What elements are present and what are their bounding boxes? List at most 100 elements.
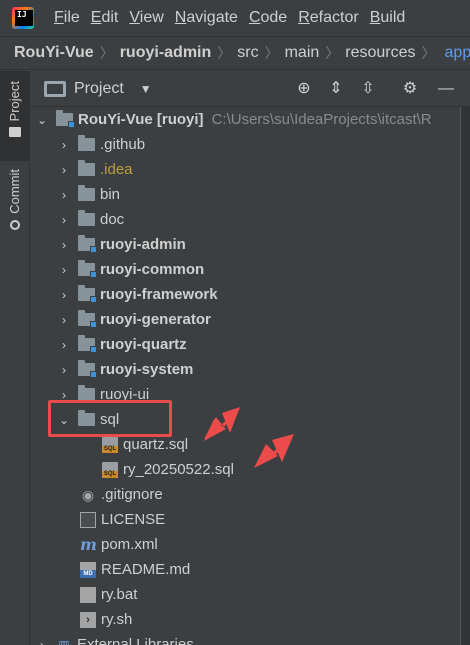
tree-file-row[interactable]: m pom.xml bbox=[30, 532, 460, 557]
tree-root-path: C:\Users\su\IdeaProjects\itcast\R bbox=[211, 111, 432, 128]
module-label: ruoyi-framework bbox=[100, 286, 218, 303]
view-selector-dropdown-icon[interactable]: ▼ bbox=[140, 82, 152, 96]
tree-folder-row[interactable]: › .github bbox=[30, 132, 460, 157]
collapsed-chevron-icon[interactable]: › bbox=[58, 238, 70, 252]
collapsed-chevron-icon[interactable]: › bbox=[58, 163, 70, 177]
breadcrumb-src[interactable]: src bbox=[237, 44, 258, 62]
file-label: pom.xml bbox=[101, 536, 158, 553]
tree-module-row[interactable]: › ruoyi-quartz bbox=[30, 332, 460, 357]
tree-file-row[interactable]: ◉ .gitignore bbox=[30, 482, 460, 507]
expand-all-icon[interactable]: ⇕ bbox=[326, 79, 346, 99]
gitignore-file-icon: ◉ bbox=[81, 486, 95, 503]
menu-navigate[interactable]: Navigate bbox=[175, 9, 238, 27]
tree-file-row[interactable]: › ry.sh bbox=[30, 607, 460, 632]
commit-tool-tab[interactable]: Commit bbox=[0, 169, 29, 249]
intellij-logo-icon bbox=[12, 7, 34, 29]
tree-module-row[interactable]: › ruoyi-admin bbox=[30, 232, 460, 257]
collapsed-chevron-icon[interactable]: › bbox=[58, 338, 70, 352]
shell-script-icon: › bbox=[80, 611, 96, 628]
gear-icon[interactable]: ⚙ bbox=[400, 79, 420, 99]
project-tool-tab[interactable]: Project bbox=[0, 71, 29, 161]
breadcrumb-resources[interactable]: resources bbox=[345, 44, 415, 62]
module-folder-icon bbox=[78, 260, 97, 278]
collapsed-chevron-icon[interactable]: › bbox=[36, 638, 48, 645]
collapsed-chevron-icon[interactable]: › bbox=[58, 263, 70, 277]
sql-folder-highlight-box bbox=[48, 400, 172, 437]
md-badge: MD bbox=[80, 569, 96, 578]
breadcrumb-separator-icon: 〉 bbox=[325, 45, 340, 61]
menu-refactor[interactable]: Refactor bbox=[298, 9, 358, 27]
folder-label: .idea bbox=[100, 161, 133, 178]
sql-badge: SQL bbox=[102, 470, 118, 478]
tree-root-row[interactable]: ⌄ RouYi-Vue [ruoyi] C:\Users\su\IdeaProj… bbox=[30, 107, 460, 132]
tree-root-label: RouYi-Vue [ruoyi] bbox=[78, 111, 204, 128]
breadcrumb: RouYi-Vue 〉 ruoyi-admin 〉 src 〉 main 〉 r… bbox=[0, 36, 470, 70]
tree-folder-row[interactable]: › .idea bbox=[30, 157, 460, 182]
module-folder-icon bbox=[78, 360, 97, 378]
markdown-file-icon: MD bbox=[80, 561, 96, 578]
menu-file[interactable]: File bbox=[54, 9, 80, 27]
tree-file-row[interactable]: SQL ry_20250522.sql bbox=[30, 457, 460, 482]
module-folder-icon bbox=[78, 335, 97, 353]
expanded-chevron-icon[interactable]: ⌄ bbox=[36, 113, 48, 127]
commit-icon bbox=[9, 219, 20, 230]
tree-module-row[interactable]: › ruoyi-framework bbox=[30, 282, 460, 307]
collapsed-chevron-icon[interactable]: › bbox=[58, 288, 70, 302]
menu-view[interactable]: View bbox=[129, 9, 163, 27]
select-opened-file-icon[interactable]: ⊕ bbox=[294, 79, 314, 99]
menu-edit-label: dit bbox=[101, 9, 119, 26]
collapsed-chevron-icon[interactable]: › bbox=[58, 213, 70, 227]
tree-module-row[interactable]: › ruoyi-common bbox=[30, 257, 460, 282]
menu-code[interactable]: Code bbox=[249, 9, 287, 27]
menu-edit-mnemonic: E bbox=[90, 9, 102, 26]
project-panel-header: Project ▼ ⊕ ⇕ ⇳ ⚙ — bbox=[30, 71, 470, 107]
panel-title[interactable]: Project bbox=[74, 80, 124, 98]
tree-file-row[interactable]: MD README.md bbox=[30, 557, 460, 582]
menu-edit[interactable]: Edit bbox=[91, 9, 119, 27]
hide-panel-icon[interactable]: — bbox=[436, 79, 456, 99]
project-view-icon bbox=[44, 80, 66, 97]
tree-file-row[interactable]: LICENSE bbox=[30, 507, 460, 532]
tree-file-row[interactable]: ry.bat bbox=[30, 582, 460, 607]
menu-file-mnemonic: F bbox=[54, 9, 64, 26]
file-label: LICENSE bbox=[101, 511, 166, 528]
library-icon: ▥ bbox=[58, 637, 70, 645]
collapsed-chevron-icon[interactable]: › bbox=[58, 188, 70, 202]
collapsed-chevron-icon[interactable]: › bbox=[58, 138, 70, 152]
project-tree: ⌄ RouYi-Vue [ruoyi] C:\Users\su\IdeaProj… bbox=[30, 107, 460, 645]
tree-module-row[interactable]: › ruoyi-generator bbox=[30, 307, 460, 332]
module-label: ruoyi-admin bbox=[100, 236, 186, 253]
menu-code-label: ode bbox=[260, 9, 288, 26]
breadcrumb-module[interactable]: ruoyi-admin bbox=[120, 44, 212, 62]
folder-icon bbox=[78, 160, 95, 176]
maven-file-icon: m bbox=[80, 534, 97, 554]
folder-label: bin bbox=[100, 186, 121, 203]
sql-file-icon: SQL bbox=[102, 461, 118, 478]
module-label: ruoyi-common bbox=[100, 261, 205, 278]
file-label: ry.sh bbox=[101, 611, 133, 628]
tree-module-row[interactable]: › ruoyi-system bbox=[30, 357, 460, 382]
module-folder-icon bbox=[78, 235, 97, 253]
tree-folder-row[interactable]: › doc bbox=[30, 207, 460, 232]
breadcrumb-main[interactable]: main bbox=[285, 44, 320, 62]
tree-folder-row[interactable]: › bin bbox=[30, 182, 460, 207]
menu-build[interactable]: Build bbox=[370, 9, 406, 27]
folder-label: doc bbox=[100, 211, 125, 228]
menu-view-label: iew bbox=[139, 9, 164, 26]
collapse-all-icon[interactable]: ⇳ bbox=[358, 79, 378, 99]
collapsed-chevron-icon[interactable]: › bbox=[58, 363, 70, 377]
tree-external-libraries-row[interactable]: › ▥ External Libraries bbox=[30, 632, 460, 645]
module-folder-icon bbox=[56, 110, 75, 128]
menu-refactor-mnemonic: R bbox=[298, 9, 310, 26]
commit-tab-label: Commit bbox=[7, 169, 22, 214]
module-folder-icon bbox=[78, 285, 97, 303]
module-label: ruoyi-generator bbox=[100, 311, 211, 328]
breadcrumb-separator-icon: 〉 bbox=[264, 45, 279, 61]
breadcrumb-application[interactable]: applic bbox=[445, 44, 470, 62]
collapsed-chevron-icon[interactable]: › bbox=[58, 313, 70, 327]
menu-bar: File Edit View Navigate Code Refactor Bu… bbox=[0, 0, 470, 36]
breadcrumb-project[interactable]: RouYi-Vue bbox=[14, 44, 94, 62]
menu-navigate-mnemonic: N bbox=[174, 9, 187, 26]
folder-icon bbox=[8, 127, 21, 138]
breadcrumb-separator-icon: 〉 bbox=[421, 45, 436, 61]
